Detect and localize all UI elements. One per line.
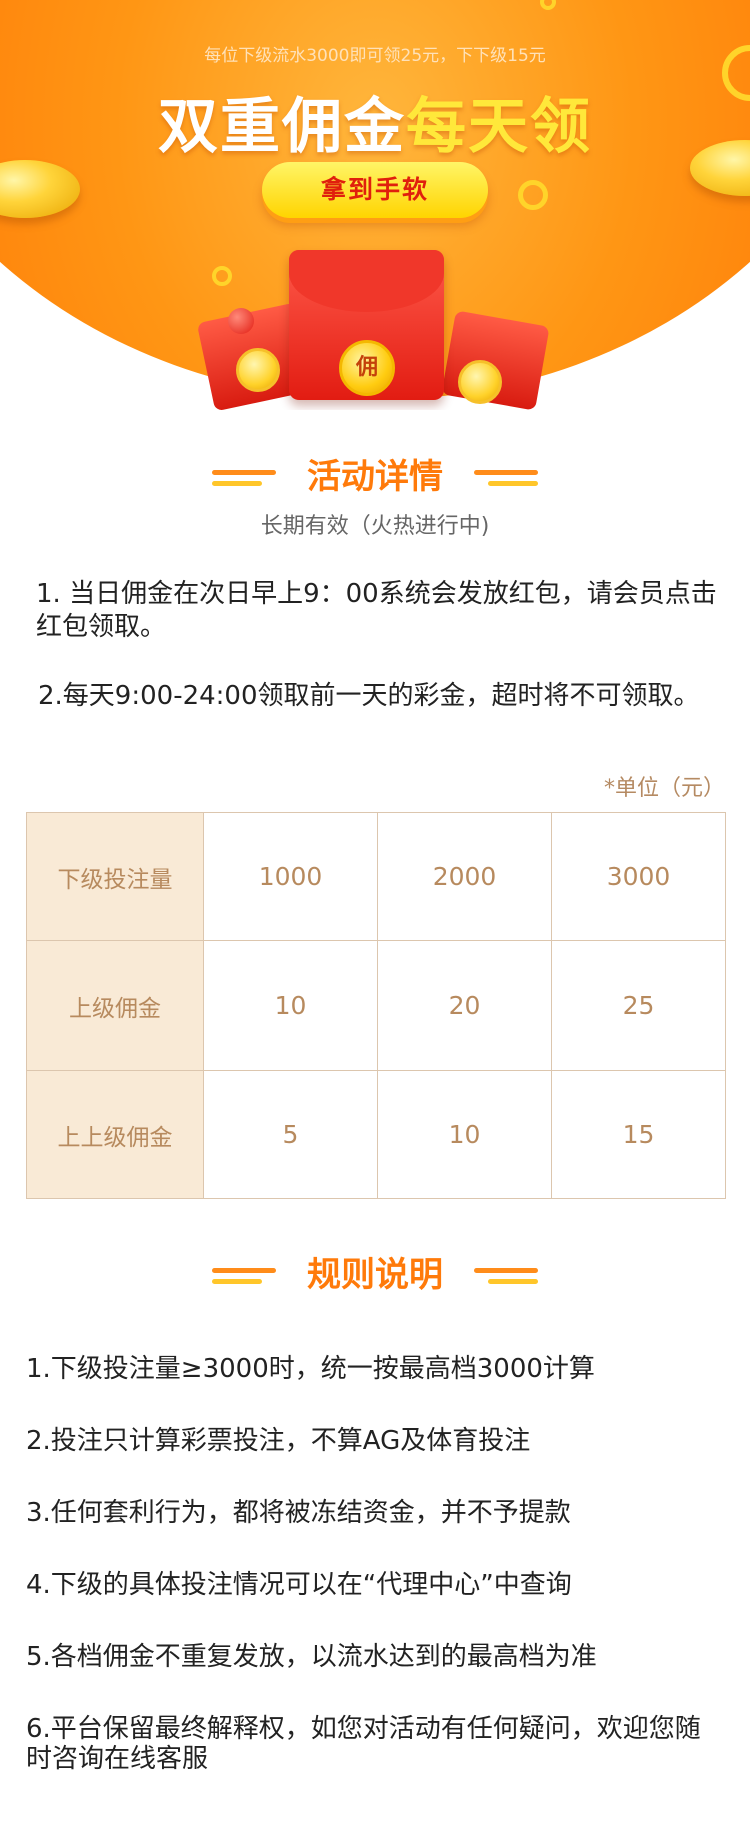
detail-paragraph: 2.每天9:00-24:00领取前一天的彩金，超时将不可领取。 (38, 681, 700, 711)
detail-paragraph: 1. 当日佣金在次日早上9：00系统会发放红包，请会员点击红包领取。 (36, 579, 717, 642)
rule-item: 6.平台保留最终解释权，如您对活动有任何疑问，欢迎您随时咨询在线客服 (26, 1714, 701, 1774)
commission-coin-icon: 佣 (339, 340, 395, 396)
rule-item: 1.下级投注量≥3000时，统一按最高档3000计算 (26, 1354, 595, 1384)
title-highlight: 每天领 (406, 92, 592, 162)
decorative-ring-icon (212, 266, 232, 286)
title-main: 双重佣金 (158, 92, 406, 162)
table-row: 上上级佣金 5 10 15 (26, 1070, 726, 1199)
table-cell: 10 (377, 1070, 552, 1199)
rules-heading-label: 规则说明 (307, 1255, 443, 1295)
table-cell: 20 (377, 940, 552, 1071)
decorative-ring-icon (518, 180, 548, 210)
heading-dash-right (474, 470, 538, 475)
hero-subtitle: 每位下级流水3000即可领25元，下下级15元 (204, 46, 546, 66)
table-cell: 5 (203, 1070, 378, 1199)
table-cell: 2000 (377, 812, 552, 941)
table-cell: 3000 (551, 812, 726, 941)
unit-note: *单位（元） (603, 776, 725, 801)
rules-heading: 规则说明 (0, 1250, 750, 1300)
rule-item: 3.任何套利行为，都将被冻结资金，并不予提款 (26, 1498, 571, 1528)
row-header: 下级投注量 (26, 812, 204, 941)
gold-coin-icon (458, 360, 502, 404)
hero-title: 双重佣金每天领 (0, 78, 750, 165)
table-cell: 1000 (203, 812, 378, 941)
table-cell: 25 (551, 940, 726, 1071)
heading-dash-right (488, 481, 538, 486)
gold-coin-icon (236, 348, 280, 392)
details-heading-label: 活动详情 (307, 457, 443, 497)
row-header: 上上级佣金 (26, 1070, 204, 1199)
table-cell: 15 (551, 1070, 726, 1199)
heading-dash-right (474, 1268, 538, 1273)
red-ball-icon (228, 308, 254, 334)
table-cell: 10 (203, 940, 378, 1071)
details-heading: 活动详情 (0, 452, 750, 502)
rule-item: 2.投注只计算彩票投注，不算AG及体育投注 (26, 1426, 531, 1456)
claim-button[interactable]: 拿到手软 (262, 162, 488, 218)
commission-table: 下级投注量 1000 2000 3000 上级佣金 10 20 25 上上级佣金… (26, 812, 726, 1199)
table-row: 下级投注量 1000 2000 3000 (26, 812, 726, 941)
heading-dash-right (488, 1279, 538, 1284)
rule-item: 5.各档佣金不重复发放，以流水达到的最高档为准 (26, 1642, 597, 1672)
hero-banner: 每位下级流水3000即可领25元，下下级15元 双重佣金每天领 拿到手软 佣 (0, 0, 750, 410)
table-row: 上级佣金 10 20 25 (26, 940, 726, 1071)
validity-note: 长期有效（火热进行中) (260, 514, 490, 539)
rule-item: 4.下级的具体投注情况可以在“代理中心”中查询 (26, 1570, 572, 1600)
row-header: 上级佣金 (26, 940, 204, 1071)
